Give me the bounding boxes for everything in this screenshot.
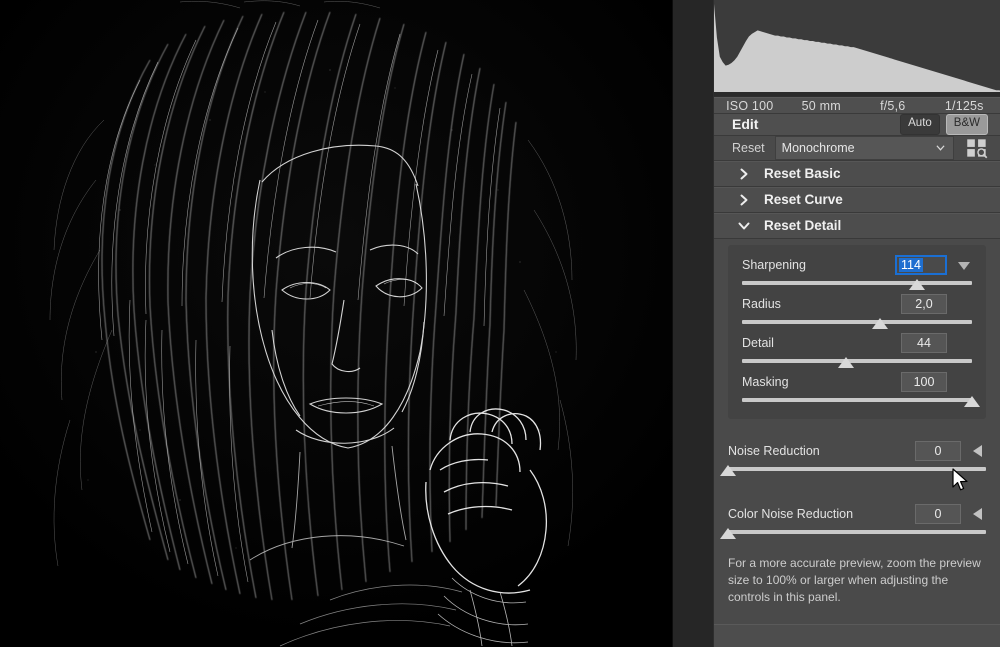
slider-handle[interactable] (872, 317, 888, 329)
histogram-graph (714, 0, 1000, 96)
section-title-reset-basic: Reset Basic (764, 166, 841, 182)
chevron-down-icon (936, 144, 945, 151)
focal-length-value: 50 mm (801, 98, 841, 113)
aperture-value: f/5,6 (880, 98, 906, 113)
color-noise-reduction-slider[interactable] (720, 527, 986, 541)
slider-track (742, 280, 972, 285)
chevron-right-icon (740, 194, 748, 206)
sidebar-item-reset-basic[interactable]: Reset Basic (714, 160, 1000, 187)
masking-spacer (956, 372, 972, 392)
exif-metadata-bar: ISO 100 50 mm f/5,6 1/125s (714, 97, 1000, 115)
section-title-reset-curve: Reset Curve (764, 192, 843, 208)
bw-toggle-button[interactable]: B&W (945, 114, 988, 135)
radius-slider[interactable] (742, 317, 972, 331)
reset-label: Reset (732, 140, 765, 155)
masking-control: Masking 100 (728, 370, 986, 409)
radius-control: Radius 2,0 (728, 292, 986, 331)
slider-track (728, 466, 986, 471)
workspace-gutter (672, 0, 713, 647)
sharpening-input[interactable]: 114 (895, 254, 947, 275)
detail-input[interactable]: 44 (901, 332, 947, 353)
color-noise-reduction-value: 0 (934, 506, 942, 521)
noise-reduction-label: Noise Reduction (728, 443, 820, 458)
slider-handle[interactable] (720, 464, 736, 476)
masking-value: 100 (913, 374, 935, 389)
slider-track (742, 319, 972, 324)
detail-section-body: Sharpening 114 Radius 2,0 Detail 44 Mask… (714, 238, 1000, 614)
slider-track (728, 529, 986, 534)
detail-value: 44 (917, 335, 931, 350)
slider-handle[interactable] (837, 356, 854, 368)
masking-input[interactable]: 100 (901, 371, 947, 392)
preset-row: Reset Monochrome (714, 135, 1000, 161)
radius-input[interactable]: 2,0 (901, 293, 947, 314)
histogram-panel[interactable] (714, 0, 1000, 97)
sharpening-value: 114 (899, 257, 923, 272)
preset-dropdown[interactable]: Monochrome (774, 135, 954, 160)
slider-handle[interactable] (964, 395, 980, 407)
detail-control: Detail 44 (728, 331, 986, 370)
preset-selected-value: Monochrome (781, 140, 855, 155)
masking-label: Masking (742, 374, 789, 389)
next-collapsed-section[interactable] (714, 623, 1000, 647)
iso-value: ISO 100 (726, 98, 774, 113)
sidebar-item-reset-detail[interactable]: Reset Detail (714, 212, 1000, 239)
radius-spacer (956, 294, 972, 314)
shutter-speed-value: 1/125s (944, 98, 984, 113)
sharpening-label: Sharpening (742, 257, 806, 272)
color-noise-reduction-decrement-arrow[interactable] (970, 504, 986, 524)
edit-panel: ISO 100 50 mm f/5,6 1/125s Edit Auto B&W… (713, 0, 1000, 647)
noise-reduction-control: Noise Reduction 0 (714, 431, 1000, 478)
noise-reduction-slider[interactable] (720, 464, 986, 478)
grid-search-icon[interactable] (964, 136, 990, 160)
sidebar-item-reset-curve[interactable]: Reset Curve (714, 186, 1000, 213)
slider-handle[interactable] (908, 278, 925, 290)
page-title: Edit (732, 116, 759, 133)
color-noise-reduction-control: Color Noise Reduction 0 (714, 494, 1000, 541)
noise-reduction-decrement-arrow[interactable] (970, 441, 986, 461)
sharpening-group: Sharpening 114 Radius 2,0 Detail 44 Mask… (728, 244, 986, 419)
noise-reduction-input[interactable]: 0 (915, 440, 961, 461)
masking-slider[interactable] (742, 395, 980, 409)
color-noise-reduction-label: Color Noise Reduction (728, 506, 854, 521)
photo-editor-window: ISO 100 50 mm f/5,6 1/125s Edit Auto B&W… (0, 0, 1000, 647)
auto-button[interactable]: Auto (900, 114, 940, 135)
noise-reduction-value: 0 (934, 443, 942, 458)
radius-value: 2,0 (915, 296, 933, 311)
chevron-right-icon (740, 168, 748, 180)
chevron-down-icon (738, 222, 750, 230)
detail-spacer (956, 333, 972, 353)
detail-label: Detail (742, 335, 774, 350)
section-title-reset-detail: Reset Detail (764, 218, 842, 234)
sharpening-control: Sharpening 114 (728, 253, 986, 292)
panel-help-text: For a more accurate preview, zoom the pr… (728, 555, 981, 604)
radius-label: Radius (742, 296, 781, 311)
slider-handle[interactable] (720, 527, 736, 539)
edit-panel-header: Edit Auto B&W (714, 114, 1000, 136)
edge-detect-portrait-preview (0, 0, 672, 647)
sharpening-slider[interactable] (742, 278, 972, 292)
color-noise-reduction-input[interactable]: 0 (915, 503, 961, 524)
slider-track (742, 358, 972, 363)
slider-track (742, 397, 972, 402)
detail-slider[interactable] (742, 356, 972, 370)
image-preview-canvas[interactable] (0, 0, 672, 647)
sharpening-dropdown-arrow[interactable] (956, 255, 972, 275)
